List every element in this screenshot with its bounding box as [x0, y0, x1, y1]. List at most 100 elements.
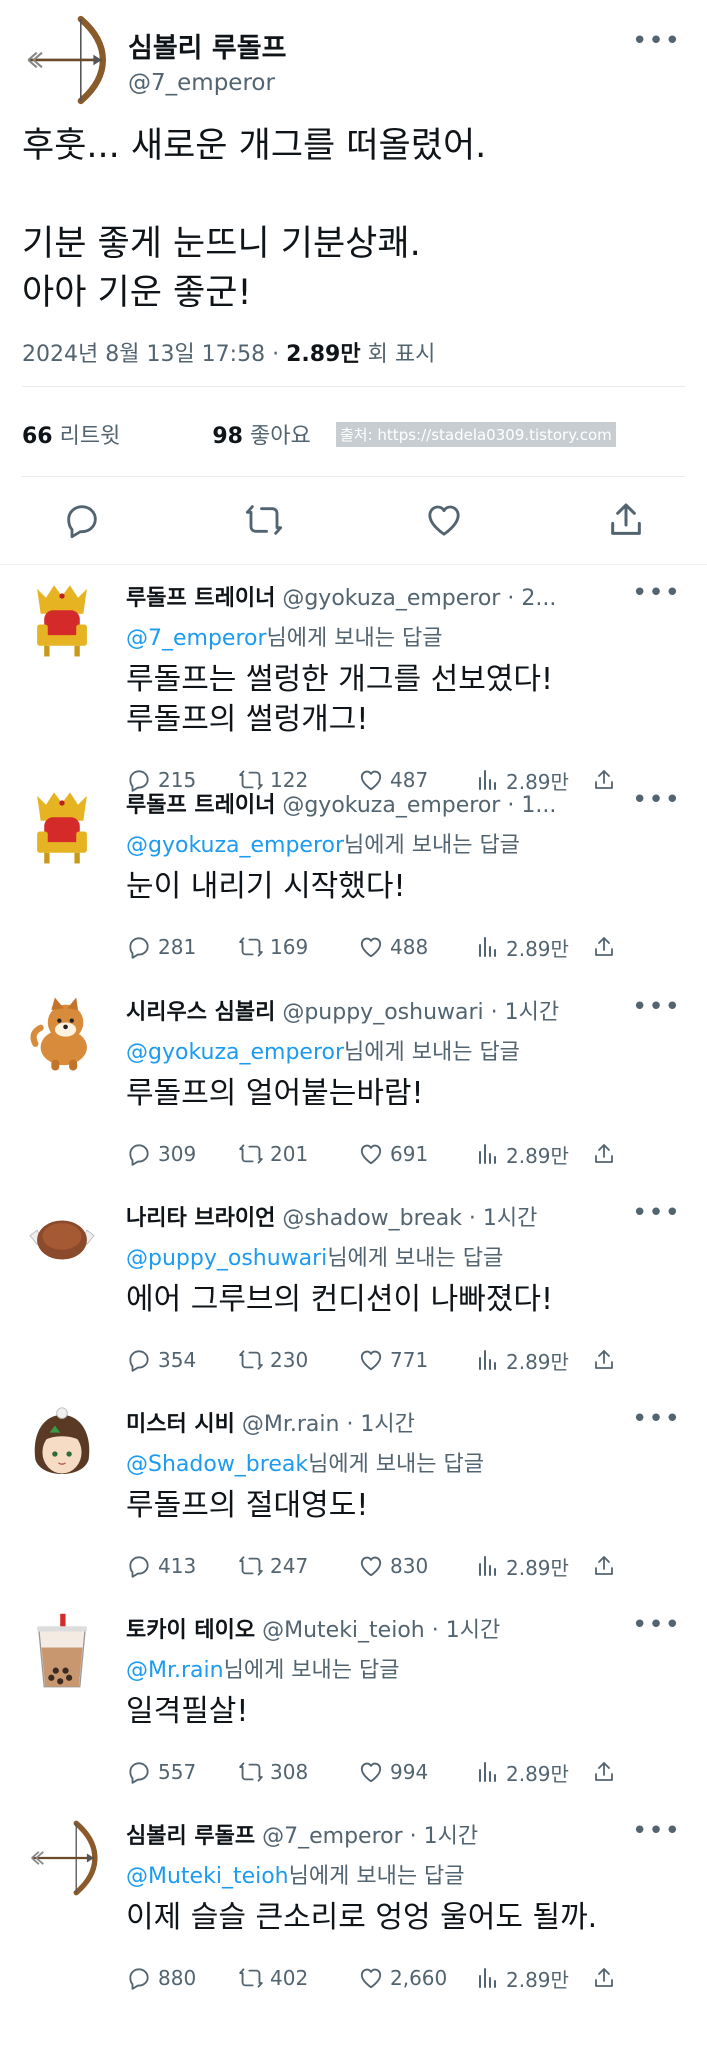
share-button[interactable] [592, 931, 622, 963]
display-name[interactable]: 심볼리 루돌프 [126, 1824, 255, 1849]
more-options-icon[interactable]: ••• [632, 1816, 681, 1846]
reply-button[interactable]: 309 [126, 1138, 196, 1170]
bow-and-arrow-icon[interactable] [22, 12, 106, 108]
more-options-icon[interactable]: ••• [632, 1404, 681, 1434]
more-options-icon[interactable]: ••• [632, 1198, 681, 1228]
handle-and-time[interactable]: @7_emperor · 1시간 [262, 1824, 478, 1849]
reply-to-link[interactable]: @Mr.rain [126, 1658, 224, 1683]
handle-and-time[interactable]: @Mr.rain · 1시간 [242, 1412, 415, 1437]
display-name[interactable]: 루돌프 트레이너 [126, 586, 275, 611]
retweet-button[interactable]: 230 [238, 1344, 308, 1376]
views-button[interactable]: 2.89만 [476, 1138, 569, 1170]
handle-and-time[interactable]: @gyokuza_emperor · 2... [282, 586, 556, 611]
retweet-button[interactable]: 308 [238, 1756, 308, 1788]
share-icon[interactable] [606, 498, 646, 542]
tweet-datetime[interactable]: 2024년 8월 13일 17:58 · [22, 342, 279, 367]
handle-and-time[interactable]: @gyokuza_emperor · 1... [282, 793, 556, 818]
reply-icon [126, 1759, 152, 1785]
retweet-button[interactable]: 201 [238, 1138, 308, 1170]
reply-to-suffix: 님에게 보내는 답글 [308, 1452, 485, 1477]
display-name[interactable]: 루돌프 트레이너 [126, 793, 275, 818]
share-button[interactable] [592, 1138, 622, 1170]
retweet-count: 247 [270, 1554, 309, 1578]
more-options-icon[interactable]: ••• [632, 785, 681, 815]
share-button[interactable] [592, 1550, 622, 1582]
views-button[interactable]: 2.89만 [476, 1344, 569, 1376]
more-options-icon[interactable]: ••• [632, 26, 681, 56]
display-name[interactable]: 나리타 브라이언 [126, 1206, 275, 1231]
reply-icon [126, 1965, 152, 1991]
like-button[interactable]: 2,660 [358, 1962, 447, 1994]
throne-icon[interactable] [22, 787, 102, 867]
like-button[interactable]: 488 [358, 931, 428, 963]
retweet-count: 230 [270, 1348, 309, 1372]
reply-tweet[interactable]: 토카이 테이오 @Muteki_teioh · 1시간 ••• @Mr.rain… [0, 1602, 707, 1809]
reply-button[interactable]: 557 [126, 1756, 196, 1788]
display-name[interactable]: 미스터 시비 [126, 1412, 235, 1437]
like-stat[interactable]: 98 좋아요 [212, 424, 310, 449]
display-name[interactable]: 심볼리 루돌프 [128, 26, 286, 65]
throne-icon[interactable] [22, 580, 102, 660]
reply-actions: 880 402 2,660 2.89만 [126, 1962, 626, 1994]
reply-to-link[interactable]: @puppy_oshuwari [126, 1246, 327, 1271]
reply-button[interactable]: 354 [126, 1344, 196, 1376]
horse-girl-icon[interactable] [22, 1406, 102, 1486]
more-options-icon[interactable]: ••• [632, 578, 681, 608]
more-options-icon[interactable]: ••• [632, 1610, 681, 1640]
handle-and-time[interactable]: @puppy_oshuwari · 1시간 [282, 1000, 559, 1025]
reply-text: 에어 그루브의 컨디션이 나빠졌다! [126, 1282, 554, 1317]
heart-icon[interactable] [424, 498, 464, 542]
reply-button[interactable]: 281 [126, 931, 196, 963]
views-button[interactable]: 2.89만 [476, 931, 569, 963]
retweet-icon[interactable] [244, 498, 284, 542]
retweet-button[interactable]: 169 [238, 931, 308, 963]
retweet-stat[interactable]: 66 리트윗 [22, 424, 120, 449]
display-name[interactable]: 시리우스 심볼리 [126, 1000, 275, 1025]
more-options-icon[interactable]: ••• [632, 992, 681, 1022]
retweet-button[interactable]: 247 [238, 1550, 308, 1582]
like-button[interactable]: 994 [358, 1756, 428, 1788]
view-count-label: 회 표시 [367, 342, 436, 367]
reply-tweet[interactable]: 나리타 브라이언 @shadow_break · 1시간 ••• @puppy_… [0, 1190, 707, 1397]
view-count: 2.89만 [506, 936, 569, 961]
share-button[interactable] [592, 1756, 622, 1788]
display-name[interactable]: 토카이 테이오 [126, 1618, 255, 1643]
reply-button[interactable]: 413 [126, 1550, 196, 1582]
reply-to-suffix: 님에게 보내는 답글 [288, 1864, 465, 1889]
like-button[interactable]: 830 [358, 1550, 428, 1582]
reply-tweet[interactable]: 심볼리 루돌프 @7_emperor · 1시간 ••• @Muteki_tei… [0, 1808, 707, 2015]
reply-button[interactable]: 880 [126, 1962, 196, 1994]
share-icon [592, 1348, 616, 1372]
retweet-button[interactable]: 402 [238, 1962, 308, 1994]
reply-tweet[interactable]: 루돌프 트레이너 @gyokuza_emperor · 1... ••• @gy… [0, 777, 707, 984]
handle-and-time[interactable]: @shadow_break · 1시간 [282, 1206, 537, 1231]
reply-count: 557 [158, 1760, 197, 1784]
views-button[interactable]: 2.89만 [476, 1756, 569, 1788]
views-button[interactable]: 2.89만 [476, 1550, 569, 1582]
reply-text: 일격필살! [126, 1694, 249, 1729]
share-button[interactable] [592, 1962, 622, 1994]
bow-and-arrow-icon[interactable] [22, 1818, 102, 1898]
reply-icon[interactable] [62, 498, 102, 542]
handle-and-time[interactable]: @Muteki_teioh · 1시간 [262, 1618, 500, 1643]
like-button[interactable]: 771 [358, 1344, 428, 1376]
reply-tweet[interactable]: 루돌프 트레이너 @gyokuza_emperor · 2... ••• @7_… [0, 570, 707, 794]
reply-to-link[interactable]: @gyokuza_emperor [126, 1040, 344, 1065]
views-button[interactable]: 2.89만 [476, 1962, 569, 1994]
like-button[interactable]: 691 [358, 1138, 428, 1170]
reply-to-link[interactable]: @Shadow_break [126, 1452, 308, 1477]
meat-icon[interactable] [22, 1200, 102, 1280]
reply-to-link[interactable]: @7_emperor [126, 626, 267, 651]
reply-header: 시리우스 심볼리 @puppy_oshuwari · 1시간 [126, 994, 616, 1026]
shiba-dog-icon[interactable] [22, 994, 102, 1074]
retweet-icon [238, 1759, 264, 1785]
handle[interactable]: @7_emperor [128, 70, 275, 96]
reply-actions: 413 247 830 2.89만 [126, 1550, 626, 1582]
reply-tweet[interactable]: 미스터 시비 @Mr.rain · 1시간 ••• @Shadow_break님… [0, 1396, 707, 1603]
reply-to-link[interactable]: @Muteki_teioh [126, 1864, 289, 1889]
share-button[interactable] [592, 1344, 622, 1376]
reply-tweet[interactable]: 시리우스 심볼리 @puppy_oshuwari · 1시간 ••• @gyok… [0, 984, 707, 1191]
reply-to-link[interactable]: @gyokuza_emperor [126, 833, 344, 858]
bubble-tea-icon[interactable] [22, 1612, 102, 1692]
engagement-stats: 66 리트윗 98 좋아요 [22, 418, 311, 450]
